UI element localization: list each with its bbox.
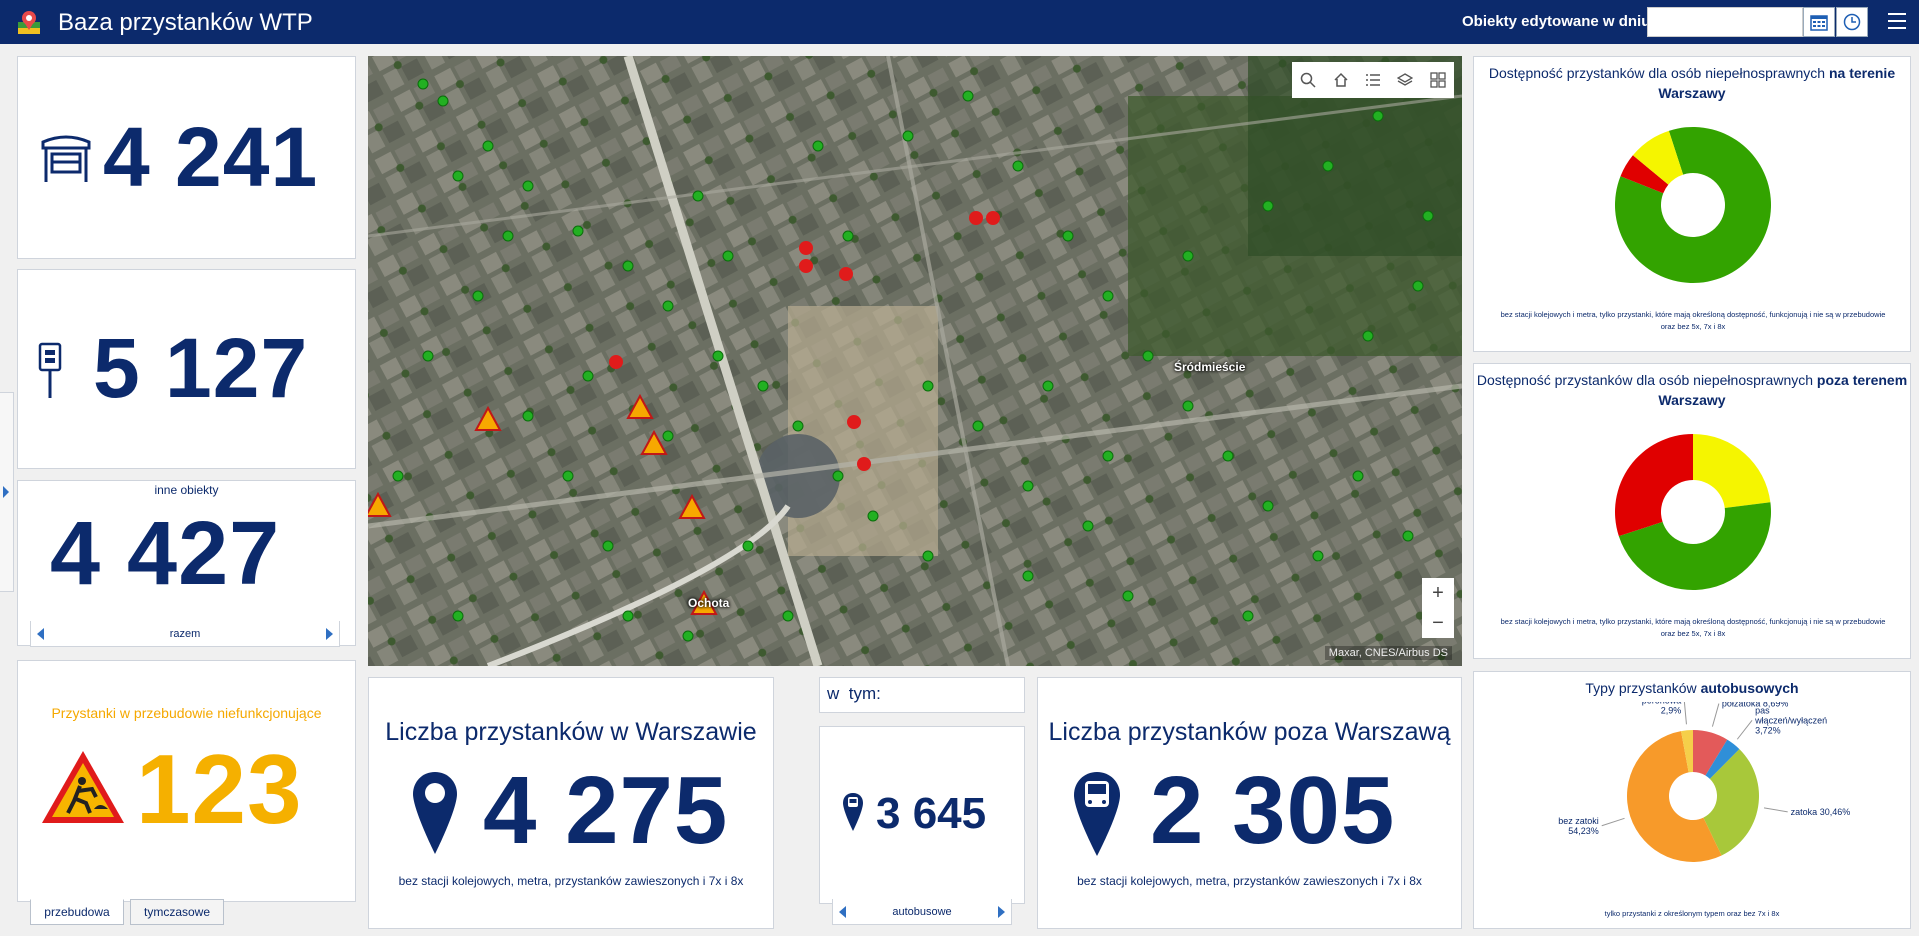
hamburger-menu-icon[interactable] — [1888, 13, 1906, 29]
zoom-control: + − — [1422, 578, 1454, 638]
zoom-out-button[interactable]: − — [1432, 612, 1444, 635]
side-panel-handle[interactable] — [0, 392, 14, 592]
bus-stop-types-note: tylko przystanki z określonym typem oraz… — [1604, 909, 1780, 918]
slice-label: 2,9% — [1661, 705, 1682, 715]
previous-arrow-icon[interactable] — [37, 627, 44, 640]
slice-label: 3,72% — [1755, 725, 1781, 735]
search-icon[interactable] — [1300, 72, 1316, 88]
slice-leader-line — [1683, 702, 1687, 725]
slice-label: 54,23% — [1568, 826, 1599, 836]
bus-stop-pin-icon — [843, 793, 863, 831]
next-arrow-icon[interactable] — [326, 627, 333, 640]
bus-stop-types-donut-chart: półzatoka 8,69%paswłączeń/wyłączeń3,72%z… — [1558, 702, 1851, 862]
app-title: Baza przystanków WTP — [58, 9, 313, 36]
legend-list-icon[interactable] — [1365, 72, 1381, 88]
map-pin-logo-icon — [18, 11, 40, 34]
map-toolbar — [1292, 62, 1454, 98]
other-objects-nav: razem — [30, 621, 340, 647]
layers-icon[interactable] — [1397, 72, 1414, 88]
slice-label: zatoka 30,46% — [1791, 807, 1851, 817]
warsaw-stops-panel: Liczba przystanków w Warszawie 4 275 bez… — [368, 677, 774, 929]
slice-leader-line — [1736, 720, 1753, 740]
stop-poles-panel: 5 127 — [17, 269, 356, 469]
map-attribution: Maxar, CNES/Airbus DS — [1324, 646, 1452, 660]
slice-label: bez zatoki — [1558, 816, 1599, 826]
stop-poles-count: 5 127 — [93, 321, 309, 415]
bus-stop-types-chart-title: Typy przystanków autobusowych — [1585, 680, 1799, 696]
including-label: w tym: — [827, 684, 881, 703]
app-header: Baza przystanków WTP Obiekty edytowane w… — [0, 0, 1919, 44]
including-nav-label: autobusowe — [892, 905, 952, 918]
accessibility-warsaw-note: bez stacji kolejowych i metra, tylko prz… — [1500, 310, 1886, 331]
bus-stops-count: 3 645 — [876, 789, 987, 838]
next-arrow-icon[interactable] — [997, 905, 1005, 918]
outside-stops-panel: Liczba przystanków poza Warszawą 2 305 b… — [1037, 677, 1462, 929]
satellite-map[interactable]: Śródmieście Ochota + − Maxar, CNES/Airbu… — [368, 56, 1462, 666]
bus-stops-panel: 3 645 — [819, 726, 1025, 904]
rebuild-label: Przystanki w przebudowie niefunkcjonując… — [51, 705, 322, 721]
zoom-in-button[interactable]: + — [1432, 582, 1444, 605]
outside-stops-title: Liczba przystanków poza Warszawą — [1048, 718, 1451, 746]
accessibility-warsaw-donut-chart — [1615, 127, 1771, 283]
clock-icon — [1843, 13, 1861, 31]
donut-slice[interactable] — [1615, 434, 1693, 537]
warsaw-stops-note: bez stacji kolejowych, metra, przystankó… — [398, 874, 744, 888]
accessibility-outside-note: bez stacji kolejowych i metra, tylko prz… — [1500, 617, 1886, 638]
location-pin-icon — [413, 772, 457, 854]
calendar-button[interactable] — [1803, 7, 1835, 37]
rebuild-count: 123 — [136, 734, 303, 844]
bus-shelters-panel: 4 241 — [17, 56, 356, 259]
warsaw-stops-title: Liczba przystanków w Warszawie — [385, 718, 757, 746]
other-objects-nav-label: razem — [169, 627, 201, 640]
slice-leader-line — [1711, 703, 1720, 727]
bus-shelter-icon — [41, 135, 91, 182]
donut-slice[interactable] — [1693, 434, 1771, 508]
accessibility-outside-chart-panel: Dostępność przystanków dla osób niepełno… — [1473, 363, 1911, 659]
rebuild-panel: Przystanki w przebudowie niefunkcjonując… — [17, 660, 356, 902]
expand-arrow-icon — [3, 486, 9, 498]
previous-arrow-icon[interactable] — [839, 905, 846, 918]
accessibility-outside-chart-title: Dostępność przystanków dla osób niepełno… — [1476, 372, 1908, 408]
other-objects-count: 4 427 — [50, 504, 281, 604]
tab-tymczasowe[interactable]: tymczasowe — [130, 899, 224, 925]
road-works-icon — [42, 751, 124, 823]
tab-przebudowa[interactable]: przebudowa — [30, 899, 124, 925]
bus-shelters-count: 4 241 — [103, 110, 319, 204]
stop-pole-icon — [38, 342, 62, 398]
map-label-ochota: Ochota — [688, 596, 730, 610]
accessibility-warsaw-chart-title: Dostępność przystanków dla osób niepełno… — [1488, 65, 1896, 101]
map-imagery — [368, 56, 1462, 666]
edit-date-input[interactable] — [1647, 7, 1803, 37]
slice-leader-line — [1763, 807, 1788, 813]
edit-date-label: Obiekty edytowane w dniu: — [1462, 13, 1656, 30]
accessibility-warsaw-chart-panel: Dostępność przystanków dla osób niepełno… — [1473, 56, 1911, 352]
home-icon[interactable] — [1333, 72, 1349, 88]
map-label-srodmiescie: Śródmieście — [1174, 360, 1246, 374]
other-objects-label: inne obiekty — [154, 483, 219, 497]
clock-button[interactable] — [1836, 7, 1868, 37]
including-nav: autobusowe — [832, 899, 1012, 925]
bus-stop-types-chart-panel: Typy przystanków autobusowych półzatoka … — [1473, 671, 1911, 929]
including-label-panel: w tym: — [819, 677, 1025, 713]
calendar-icon — [1810, 15, 1828, 31]
slice-label: pas — [1755, 705, 1770, 715]
accessibility-outside-donut-chart — [1615, 434, 1771, 590]
slice-leader-line — [1601, 817, 1625, 827]
bus-location-pin-icon — [1074, 772, 1120, 856]
slice-label: włączeń/wyłączeń — [1754, 715, 1827, 725]
warsaw-stops-count: 4 275 — [483, 757, 729, 864]
outside-stops-count: 2 305 — [1150, 757, 1396, 864]
outside-stops-note: bez stacji kolejowych, metra, przystankó… — [1077, 874, 1422, 888]
basemap-gallery-icon[interactable] — [1430, 72, 1446, 88]
